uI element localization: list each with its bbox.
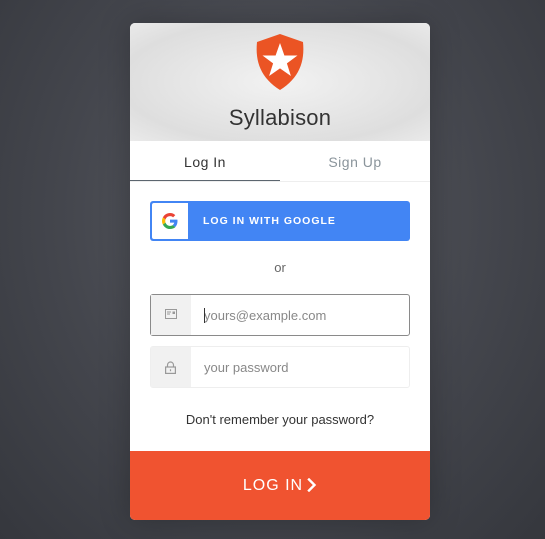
tab-log-in[interactable]: Log In — [130, 141, 280, 181]
email-icon-box — [151, 295, 191, 335]
email-input[interactable] — [191, 295, 401, 335]
submit-label: LOG IN — [242, 477, 304, 494]
password-field[interactable] — [150, 346, 410, 388]
tab-sign-up[interactable]: Sign Up — [280, 141, 430, 181]
google-login-button[interactable]: LOG IN WITH GOOGLE — [150, 201, 410, 241]
email-field[interactable] — [150, 294, 410, 336]
chevron-right-icon — [307, 478, 317, 492]
tab-bar: Log In Sign Up — [130, 141, 430, 182]
text-caret — [204, 308, 205, 323]
forgot-password-link[interactable]: Don't remember your password? — [130, 412, 430, 427]
password-icon-box — [151, 347, 191, 387]
google-icon — [162, 213, 178, 229]
login-submit-button[interactable]: LOG IN — [130, 451, 430, 520]
google-icon-box — [152, 203, 188, 239]
envelope-icon — [165, 309, 177, 319]
header: Syllabison — [130, 23, 430, 141]
password-input[interactable] — [191, 347, 401, 387]
shield-star-logo — [256, 34, 304, 90]
app-title: Syllabison — [228, 105, 332, 130]
login-card: Syllabison Log In Sign Up LOG IN WITH GO… — [130, 23, 430, 520]
or-divider: or — [274, 260, 286, 275]
google-button-label: LOG IN WITH GOOGLE — [203, 215, 336, 227]
lock-icon — [165, 361, 176, 374]
